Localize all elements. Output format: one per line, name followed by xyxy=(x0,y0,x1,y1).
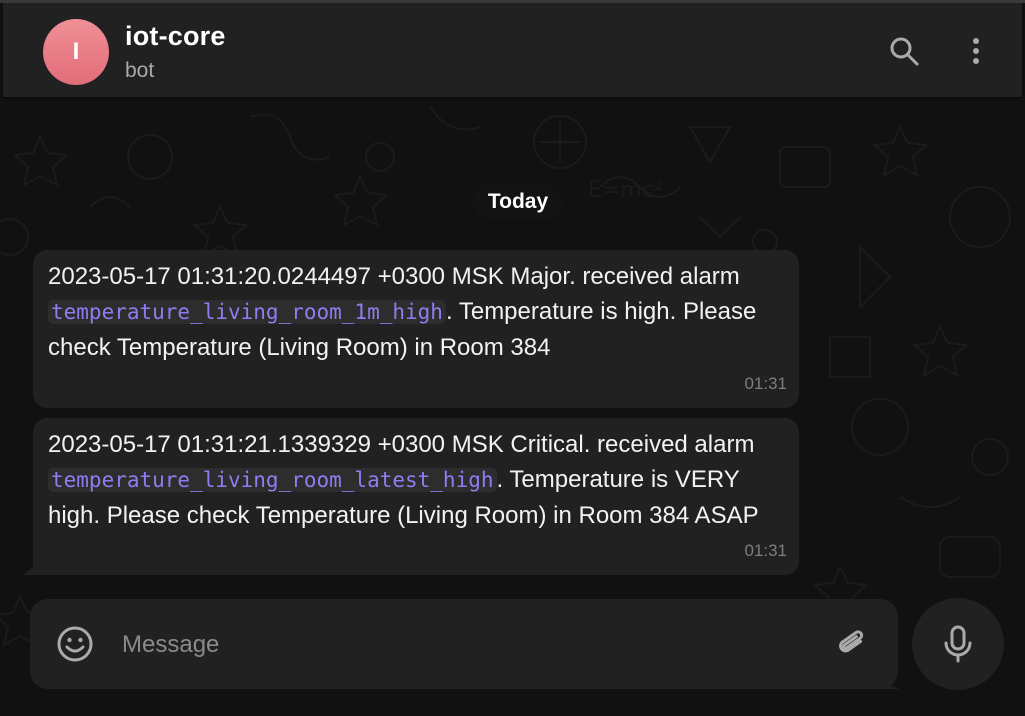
paperclip-icon xyxy=(839,630,864,653)
avatar[interactable]: I xyxy=(43,19,109,85)
message-time: 01:31 xyxy=(744,541,787,560)
more-menu-button[interactable] xyxy=(958,33,994,69)
smile-icon xyxy=(57,626,93,662)
message-bubble[interactable]: 2023-05-17 01:31:21.1339329 +0300 MSK Cr… xyxy=(33,418,799,575)
search-icon xyxy=(890,37,919,66)
voice-record-button[interactable] xyxy=(912,598,1004,690)
message-bubble[interactable]: 2023-05-17 01:31:20.0244497 +0300 MSK Ma… xyxy=(33,250,799,408)
bubble-tail xyxy=(22,557,38,575)
message-text-part: 2023-05-17 01:31:20.0244497 +0300 MSK Ma… xyxy=(48,263,740,290)
date-separator: Today xyxy=(473,184,563,220)
message-text-part: 2023-05-17 01:31:21.1339329 +0300 MSK Cr… xyxy=(48,431,755,458)
message-text: 2023-05-17 01:31:20.0244497 +0300 MSK Ma… xyxy=(48,259,768,365)
chat-window: E=mc² I iot-core bot Today 2023-05-17 01… xyxy=(0,0,1025,716)
emoji-button[interactable] xyxy=(55,624,95,664)
message-time: 01:31 xyxy=(744,374,787,393)
chat-header: I iot-core bot xyxy=(3,3,1022,97)
message-composer xyxy=(30,599,898,689)
inline-code[interactable]: temperature_living_room_1m_high xyxy=(48,300,446,324)
svg-text:E=mc²: E=mc² xyxy=(588,178,663,203)
inline-code[interactable]: temperature_living_room_latest_high xyxy=(48,468,497,492)
chat-subtitle: bot xyxy=(125,59,155,82)
message-text: 2023-05-17 01:31:21.1339329 +0300 MSK Cr… xyxy=(48,427,768,533)
chat-title[interactable]: iot-core xyxy=(125,21,226,52)
search-button[interactable] xyxy=(886,33,922,69)
microphone-icon xyxy=(944,625,972,663)
message-input[interactable] xyxy=(120,621,814,669)
attach-button[interactable] xyxy=(832,624,872,664)
more-vertical-icon xyxy=(973,38,979,64)
composer-tail xyxy=(880,672,900,689)
